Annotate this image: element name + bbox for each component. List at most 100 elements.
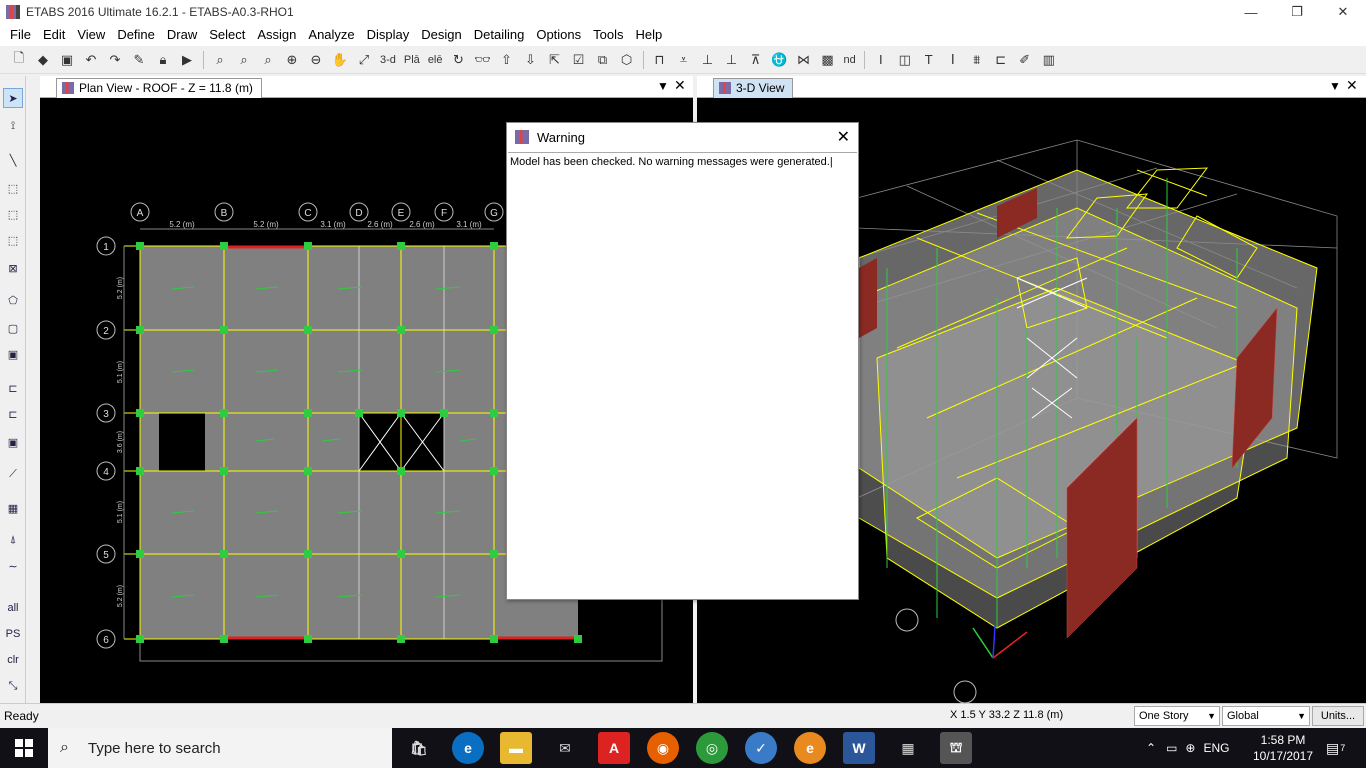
grid-bubble-D[interactable]: D (349, 202, 369, 222)
draw-brace-icon[interactable]: ⊠ (3, 258, 23, 278)
network-icon[interactable]: ▭ (1166, 741, 1177, 755)
menu-edit[interactable]: Edit (37, 24, 71, 46)
lock-icon[interactable]: 🔒︎ (152, 49, 174, 71)
view-3d-button[interactable]: 3-d (377, 49, 399, 71)
zoom-in-icon[interactable]: ⊕ (281, 49, 303, 71)
zoom-window-icon[interactable]: ⌕ (209, 49, 231, 71)
warning-dialog-close-button[interactable]: ✕ (837, 127, 850, 147)
store-icon[interactable]: 🛍︎ (403, 732, 435, 764)
taskbar-search-box[interactable]: ⌕ Type here to search (48, 728, 392, 768)
draw-opening-icon[interactable]: ▣ (3, 432, 23, 452)
load-icon[interactable]: ⊥ (697, 49, 719, 71)
chromium-icon[interactable]: e (794, 732, 826, 764)
grey-box-icon[interactable]: ▩ (817, 49, 839, 71)
draw-curve-icon[interactable]: ∼ (3, 556, 23, 576)
plan-view-button[interactable]: Plā (401, 49, 423, 71)
previous-selection-icon[interactable]: PS (3, 624, 23, 644)
coord-system-combo[interactable]: Global ▼ (1222, 706, 1310, 726)
menu-analyze[interactable]: Analyze (302, 24, 360, 46)
grid-bubble-5[interactable]: 5 (96, 544, 116, 564)
globe-icon[interactable]: ⊕ (1185, 741, 1195, 755)
grid-bubble-1[interactable]: 1 (96, 236, 116, 256)
zoom-fit-icon[interactable]: ⌕ (257, 49, 279, 71)
grid-bubble-A[interactable]: A (130, 202, 150, 222)
story-selector-combo[interactable]: One Story ▼ (1134, 706, 1220, 726)
grid-bubble-4[interactable]: 4 (96, 461, 116, 481)
notification-center-icon[interactable]: ▤ 7 (1326, 728, 1345, 768)
restraint-icon[interactable]: ⩡ (673, 49, 695, 71)
mail-icon[interactable]: ✉ (549, 732, 581, 764)
pan-icon[interactable]: ✋ (329, 49, 351, 71)
chevron-up-icon[interactable]: ⌃ (1146, 741, 1156, 755)
grid-bubble-2[interactable]: 2 (96, 320, 116, 340)
link-icon[interactable]: ⛎ (769, 49, 791, 71)
section-designer-icon[interactable]: ◫ (894, 49, 916, 71)
menu-display[interactable]: Display (361, 24, 416, 46)
new-file-icon[interactable]: 🗋 (8, 49, 30, 71)
rotate-icon[interactable]: ↻ (448, 49, 470, 71)
select-all-icon[interactable]: all (3, 598, 23, 618)
frame-icon[interactable]: ⊓ (649, 49, 671, 71)
draw-line-icon[interactable]: ╲ (3, 150, 23, 170)
object-shrink-icon[interactable]: ⇱ (544, 49, 566, 71)
grid-bubble-B[interactable]: B (214, 202, 234, 222)
zoom-restore-icon[interactable]: ⌕ (233, 49, 255, 71)
menu-options[interactable]: Options (530, 24, 587, 46)
draw-beam-icon[interactable]: ⬚ (3, 178, 23, 198)
draw-grid-icon[interactable]: ⬚ (3, 230, 23, 250)
start-button[interactable] (0, 728, 48, 768)
minimize-button[interactable]: — (1228, 0, 1274, 24)
menu-design[interactable]: Design (415, 24, 467, 46)
shell-icon[interactable]: ⊼ (745, 49, 767, 71)
autocad-icon[interactable]: A (598, 732, 630, 764)
menu-select[interactable]: Select (203, 24, 251, 46)
menu-view[interactable]: View (71, 24, 111, 46)
set-display-icon[interactable]: ⧉ (592, 49, 614, 71)
close-window-button[interactable]: ✕ (1320, 0, 1366, 24)
menu-detailing[interactable]: Detailing (468, 24, 531, 46)
zoom-out-icon[interactable]: ⊖ (305, 49, 327, 71)
grid-bubble-3d[interactable] (895, 608, 919, 632)
nd-button[interactable]: nd (841, 49, 859, 71)
intersect-select-icon[interactable]: ⤡ (3, 676, 23, 696)
move-up-icon[interactable]: ⇧ (496, 49, 518, 71)
reshape-icon[interactable]: ⟟ (3, 116, 23, 136)
clear-selection-icon[interactable]: clr (3, 650, 23, 670)
3d-view-dropdown-icon[interactable]: ▼ (1329, 79, 1341, 93)
grid-bubble-6[interactable]: 6 (96, 629, 116, 649)
menu-assign[interactable]: Assign (251, 24, 302, 46)
perspective-icon[interactable]: 👓︎ (472, 49, 494, 71)
grid-bubble-3[interactable]: 3 (96, 403, 116, 423)
etabs-taskbar-icon[interactable]: ⛫ (940, 732, 972, 764)
plan-view-close-icon[interactable]: ✕ (674, 77, 686, 94)
menu-draw[interactable]: Draw (161, 24, 203, 46)
viber-icon[interactable]: ✓ (745, 732, 777, 764)
draw-column-icon[interactable]: ⬚ (3, 204, 23, 224)
open-file-icon[interactable]: ◆ (32, 49, 54, 71)
draw-icon[interactable]: ✐ (1014, 49, 1036, 71)
draw-wall-icon[interactable]: ⊏ (3, 378, 23, 398)
draw-link-icon[interactable]: ⟋ (3, 464, 23, 484)
brace-icon[interactable]: ⩩ (966, 49, 988, 71)
warning-message-area[interactable]: Model has been checked. No warning messa… (508, 152, 857, 598)
grid-bubble-E[interactable]: E (391, 202, 411, 222)
extrude-icon[interactable]: ⬡ (616, 49, 638, 71)
panel-icon[interactable]: ▥ (1038, 49, 1060, 71)
3d-view-tab[interactable]: 3-D View (713, 78, 794, 98)
grid-bubble-C[interactable]: C (298, 202, 318, 222)
menu-tools[interactable]: Tools (587, 24, 629, 46)
chrome-icon[interactable]: ◎ (696, 732, 728, 764)
draw-area-icon[interactable]: ▣ (3, 344, 23, 364)
menu-file[interactable]: File (4, 24, 37, 46)
edge-icon[interactable]: e (452, 732, 484, 764)
plan-view-dropdown-icon[interactable]: ▼ (657, 79, 669, 93)
units-button[interactable]: Units... (1312, 706, 1364, 726)
3d-view-close-icon[interactable]: ✕ (1346, 77, 1358, 94)
language-indicator[interactable]: ENG (1203, 741, 1229, 755)
beam-icon[interactable]: T (918, 49, 940, 71)
file-explorer-icon[interactable]: ▬ (500, 732, 532, 764)
draw-grid-system-icon[interactable]: ▦ (3, 498, 23, 518)
tendon-icon[interactable]: ⋈ (793, 49, 815, 71)
menu-help[interactable]: Help (630, 24, 669, 46)
draw-wall-stack-icon[interactable]: ⊏ (3, 404, 23, 424)
